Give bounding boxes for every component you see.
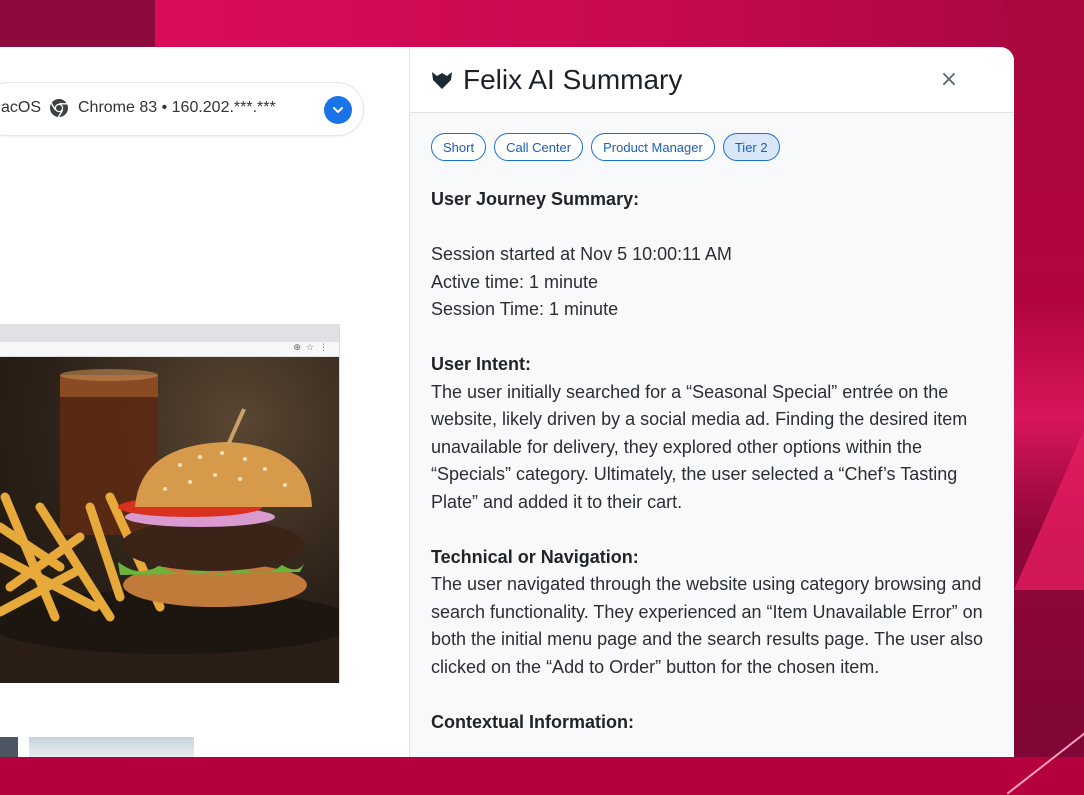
- os-label: acOS: [1, 99, 42, 116]
- summary-content: User Journey Summary: Session started at…: [431, 186, 1001, 736]
- tag-call-center[interactable]: Call Center: [494, 133, 584, 161]
- intent-heading: User Intent:: [431, 354, 532, 374]
- tag-list: Short Call Center Product Manager Tier 2: [431, 133, 780, 161]
- replay-toolbar-icons: ⊕☆⋮: [293, 343, 333, 353]
- tag-tier-2[interactable]: Tier 2: [722, 133, 780, 161]
- tag-short[interactable]: Short: [431, 133, 487, 161]
- replay-browser-window: ⊕☆⋮: [0, 324, 340, 683]
- session-time-text: Session Time: 1 minute: [431, 299, 619, 319]
- felix-logo-icon: [432, 72, 452, 89]
- technical-text: The user navigated through the website u…: [431, 574, 984, 677]
- replay-toolbar: ⊕☆⋮: [0, 342, 339, 357]
- browser-ip-label: Chrome 83 • 160.202.***.***: [78, 99, 276, 116]
- session-replay-panel: acOS Chrome 83 • 160.202.***.*** ⊕☆⋮: [0, 47, 410, 757]
- intent-text: The user initially searched for a “Seaso…: [431, 381, 968, 512]
- background-top-band: [0, 0, 1084, 47]
- tag-product-manager[interactable]: Product Manager: [591, 133, 715, 161]
- contextual-heading: Contextual Information:: [431, 711, 634, 732]
- journey-heading: User Journey Summary:: [431, 189, 640, 209]
- background-right-band: [1004, 0, 1084, 757]
- active-time-text: Active time: 1 minute: [431, 271, 599, 292]
- session-info-pill: acOS Chrome 83 • 160.202.***.***: [0, 82, 364, 136]
- summary-header: Felix AI Summary ×: [410, 47, 1014, 113]
- thumbnail-dark[interactable]: [0, 737, 18, 757]
- background-diagonal: [1014, 430, 1084, 590]
- technical-heading: Technical or Navigation:: [431, 546, 639, 567]
- ai-summary-panel: Felix AI Summary × Short Call Center Pro…: [409, 47, 1014, 757]
- session-started-text: Session started at Nov 5 10:00:11 AM: [431, 244, 732, 264]
- burger-photo: [0, 357, 339, 683]
- chevron-down-icon: [333, 107, 343, 113]
- thumbnail-light[interactable]: [29, 737, 194, 757]
- burger-illustration: [0, 369, 339, 683]
- chrome-icon: [50, 99, 68, 118]
- summary-title: Felix AI Summary: [463, 64, 683, 95]
- close-icon[interactable]: ×: [938, 69, 960, 91]
- expand-button[interactable]: [324, 96, 352, 124]
- replay-tab-bar: [0, 324, 339, 342]
